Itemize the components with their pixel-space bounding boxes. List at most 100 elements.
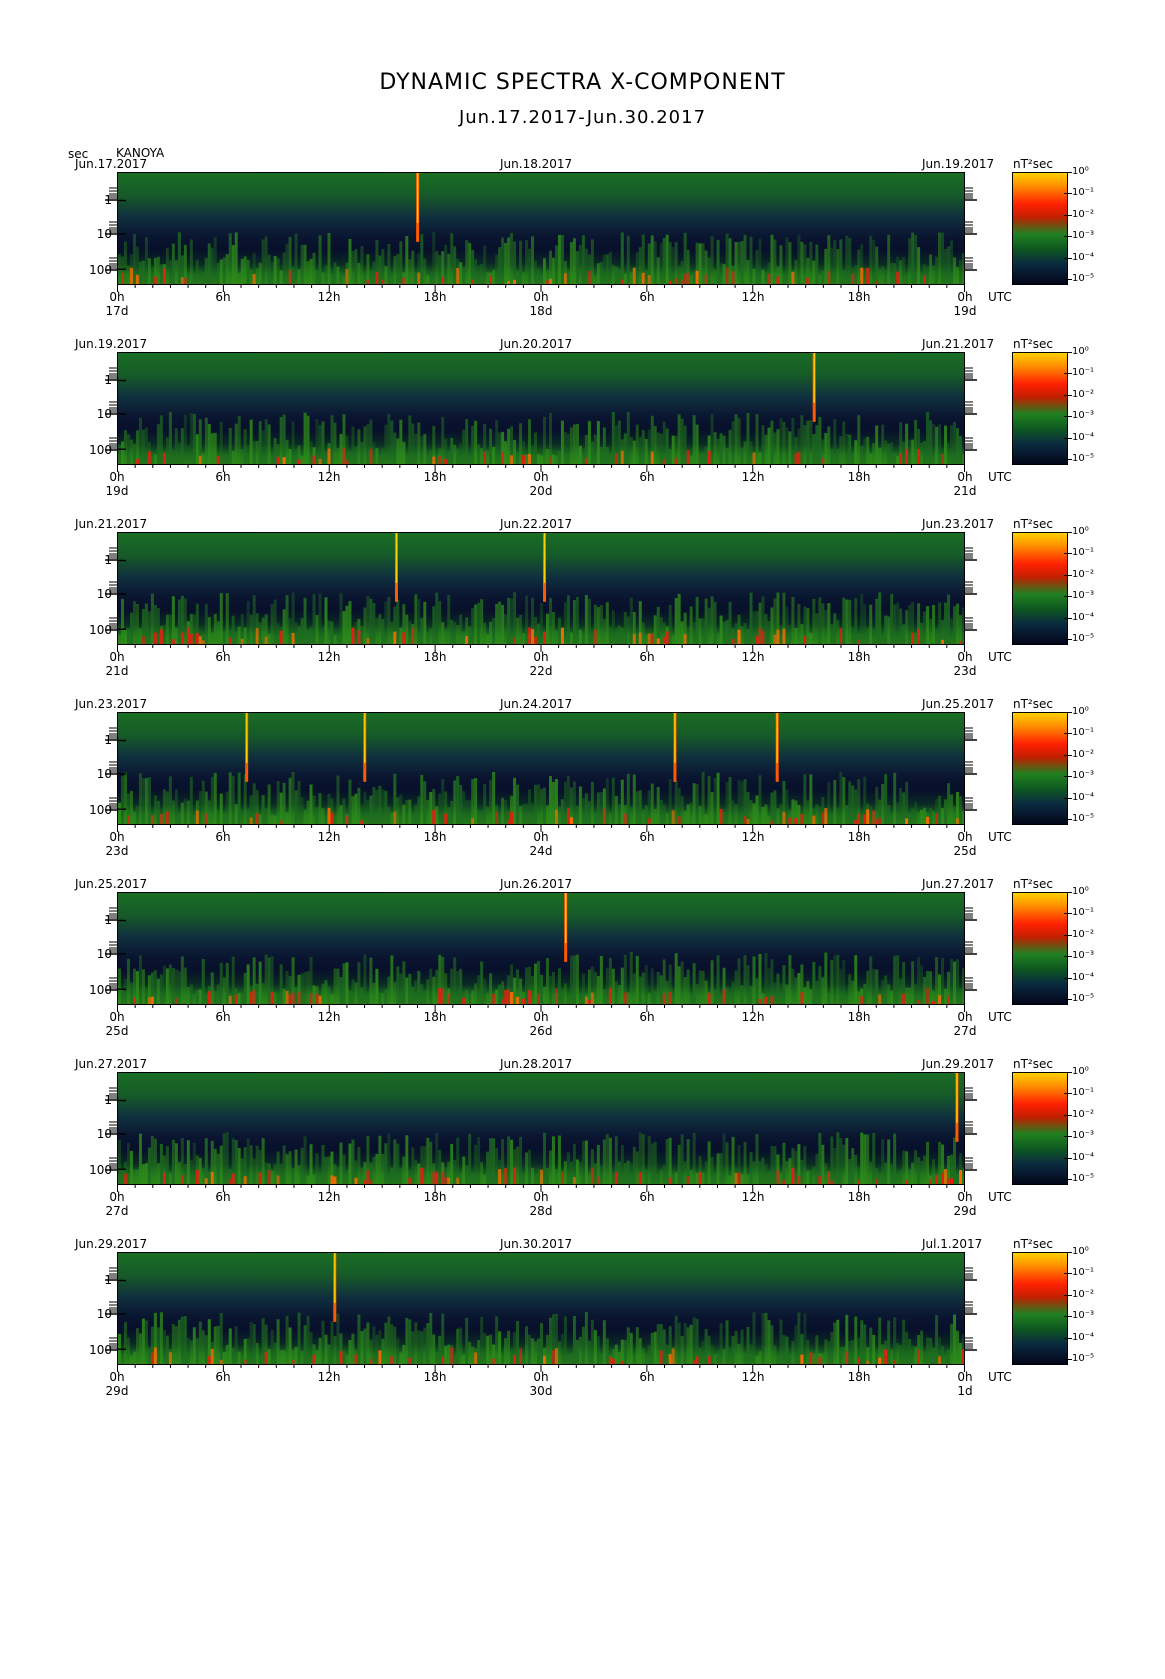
spectral-peak — [686, 273, 690, 284]
spectral-activity — [162, 1330, 166, 1364]
spectral-activity — [318, 424, 322, 464]
spectral-activity — [201, 1168, 205, 1184]
x-tick-label: 6h — [215, 830, 231, 844]
spectral-activity — [141, 1318, 145, 1364]
x-tick-label: 6h — [639, 470, 655, 484]
day-label-mid: 20d — [529, 484, 553, 498]
colorbar-label: 10⁻¹ — [1072, 1087, 1095, 1098]
spectral-activity — [339, 433, 343, 464]
spectral-activity — [656, 1175, 660, 1184]
spectral-activity — [911, 439, 915, 464]
spectral-activity — [662, 1329, 666, 1364]
spectral-activity — [893, 1133, 897, 1184]
spectral-peak — [345, 269, 349, 284]
spectral-peak — [279, 630, 283, 644]
spectral-activity — [782, 272, 786, 284]
spectral-activity — [764, 271, 768, 284]
spectral-activity — [848, 1159, 852, 1184]
spectral-activity — [788, 242, 792, 284]
spectrogram-panel: Jun.27.2017 Jun.28.2017 Jun.29.2017 nT²sec 1… — [0, 1057, 1165, 1237]
spectral-activity — [318, 1171, 322, 1184]
spectral-activity — [590, 629, 594, 644]
spectral-activity — [773, 432, 777, 464]
spectral-activity — [701, 1172, 705, 1184]
spectral-activity — [617, 268, 621, 284]
spectral-activity — [572, 600, 576, 644]
spectral-activity — [471, 1173, 475, 1184]
spectral-peak — [120, 272, 124, 284]
spectral-activity — [504, 441, 508, 464]
spectral-activity — [839, 435, 843, 464]
spectral-activity — [345, 1354, 349, 1364]
spectral-activity — [240, 1354, 244, 1364]
spectral-activity — [797, 1312, 801, 1364]
spectral-peak — [471, 279, 475, 284]
spectral-activity — [237, 992, 241, 1004]
spectral-activity — [677, 1144, 681, 1184]
spectral-activity — [219, 421, 223, 464]
spectral-peak — [875, 819, 879, 824]
spectral-activity — [180, 428, 184, 464]
spectral-activity — [749, 441, 753, 464]
spectral-activity — [306, 629, 310, 644]
spectral-activity — [836, 954, 840, 1004]
spectral-activity — [321, 983, 325, 1004]
spectral-activity — [396, 1143, 400, 1184]
x-tick-label: 0h — [533, 290, 549, 304]
spectral-activity — [522, 804, 526, 824]
spectral-activity — [557, 450, 561, 464]
spectral-activity — [629, 806, 633, 824]
spectral-activity — [165, 437, 169, 464]
spectral-peak — [162, 268, 166, 284]
spectral-activity — [593, 434, 597, 464]
spectral-activity — [578, 629, 582, 644]
spectral-activity — [650, 968, 654, 1004]
spectral-activity — [462, 1156, 466, 1184]
spectral-activity — [770, 607, 774, 644]
spectral-activity — [540, 1323, 543, 1364]
spectral-peak — [722, 989, 726, 1004]
spectral-activity — [288, 1327, 292, 1364]
spectral-activity — [129, 612, 133, 644]
spectral-activity — [608, 1137, 612, 1184]
spectral-activity — [222, 812, 226, 824]
spectral-activity — [575, 805, 579, 824]
spectral-peak — [932, 1001, 936, 1004]
spectral-activity — [363, 426, 367, 464]
spectral-activity — [881, 979, 885, 1004]
spectral-activity — [231, 1347, 235, 1364]
x-tick-label: 0h — [533, 650, 549, 664]
spectral-activity — [809, 1170, 813, 1184]
spectral-activity — [480, 1162, 484, 1184]
spectral-activity — [270, 1170, 274, 1184]
spectral-activity — [378, 614, 382, 644]
spectral-activity — [150, 455, 154, 464]
spectral-activity — [417, 422, 421, 464]
spectral-activity — [644, 438, 648, 464]
spectral-activity — [548, 1150, 552, 1184]
spectral-activity — [830, 959, 834, 1004]
spectral-activity — [219, 1145, 223, 1184]
spectral-activity — [378, 785, 382, 824]
spectral-activity — [779, 245, 783, 284]
spectral-peak — [698, 1172, 702, 1184]
spectral-activity — [908, 238, 912, 284]
spectral-activity — [575, 1339, 579, 1364]
spectral-activity — [132, 811, 136, 824]
spectral-activity — [704, 1328, 708, 1364]
spectral-activity — [713, 1176, 717, 1184]
spectral-activity — [453, 444, 457, 464]
spectral-activity — [282, 1350, 286, 1364]
spectral-activity — [135, 1328, 139, 1364]
spectral-activity — [854, 1154, 858, 1184]
spectral-activity — [258, 421, 262, 464]
spectral-activity — [860, 1132, 864, 1184]
spectral-activity — [261, 795, 265, 824]
panel-date-right: Jun.19.2017 — [922, 157, 995, 171]
spectral-activity — [357, 962, 361, 1004]
spectral-peak — [683, 634, 687, 644]
x-unit-label: UTC — [988, 1190, 1012, 1204]
spectral-activity — [854, 1316, 858, 1364]
spectral-activity — [872, 1334, 876, 1364]
spectral-activity — [498, 815, 502, 824]
